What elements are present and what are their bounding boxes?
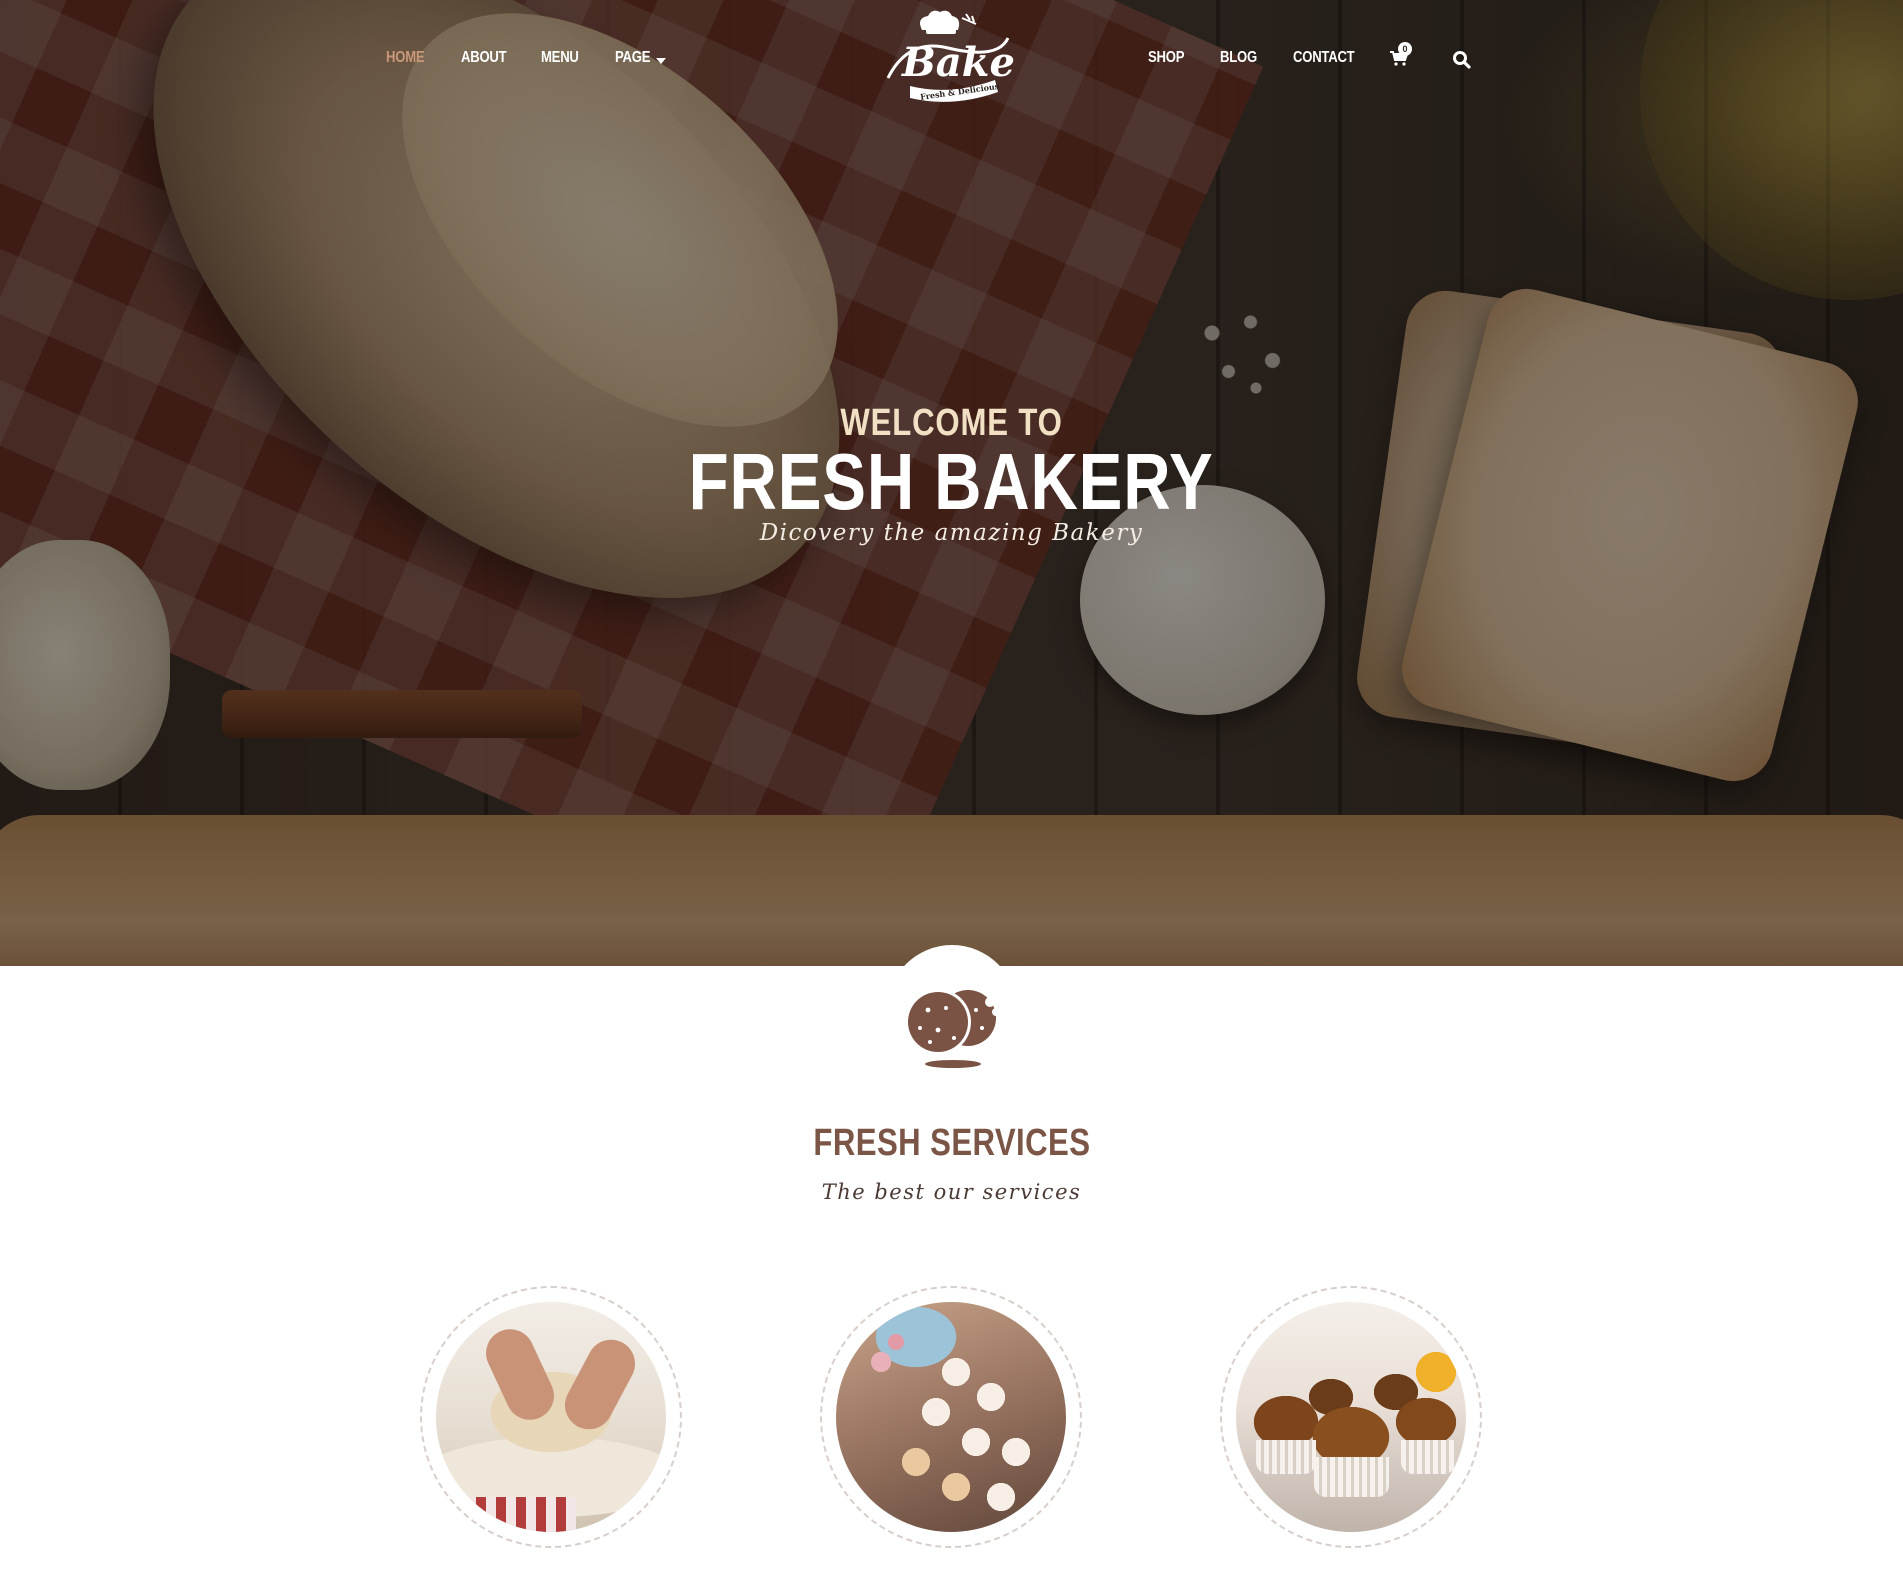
nav-blog[interactable]: BLOG	[1220, 49, 1257, 67]
red-cloth	[456, 1497, 576, 1532]
muffin-cup	[1256, 1440, 1316, 1474]
main-navigation: HOME ABOUT MENU PAGE Bake Fresh & Delici…	[0, 0, 1903, 120]
hero-title-text: FRESH BAKERY	[689, 437, 1214, 526]
cart-count-badge: 0	[1398, 42, 1412, 56]
site-logo[interactable]: Bake Fresh & Delicious	[880, 8, 1015, 113]
nav-shop[interactable]: SHOP	[1148, 49, 1184, 67]
chevron-down-icon[interactable]	[656, 58, 666, 64]
search-icon[interactable]	[1452, 50, 1472, 70]
hero-subtitle: Dicovery the amazing Bakery	[759, 520, 1144, 546]
hero-title: FRESH BAKERY	[0, 436, 1903, 528]
pastries-image	[836, 1302, 1066, 1532]
services-subtitle: The best our services	[821, 1180, 1082, 1204]
nav-page[interactable]: PAGE	[615, 49, 650, 67]
hand	[478, 1321, 562, 1428]
cookie-icon	[905, 989, 1000, 1068]
nav-home[interactable]: HOME	[386, 49, 425, 67]
service-card-3[interactable]	[1220, 1286, 1482, 1548]
nav-menu[interactable]: MENU	[541, 49, 579, 67]
hand	[556, 1331, 644, 1438]
muffin-cup	[1314, 1457, 1389, 1497]
services-title-text: FRESH SERVICES	[812, 1122, 1091, 1164]
service-card-1[interactable]	[420, 1286, 682, 1548]
nav-about[interactable]: ABOUT	[461, 49, 507, 67]
nav-contact[interactable]: CONTACT	[1293, 49, 1355, 67]
service-card-2[interactable]	[820, 1286, 1082, 1548]
services-title: FRESH SERVICES	[0, 1122, 1903, 1165]
muffins-image	[1236, 1302, 1466, 1532]
kneading-dough-image	[436, 1302, 666, 1532]
logo-graphic: Bake Fresh & Delicious	[886, 10, 1015, 102]
muffin-cup	[1401, 1440, 1456, 1474]
logo-wordmark: Bake	[901, 39, 1015, 86]
